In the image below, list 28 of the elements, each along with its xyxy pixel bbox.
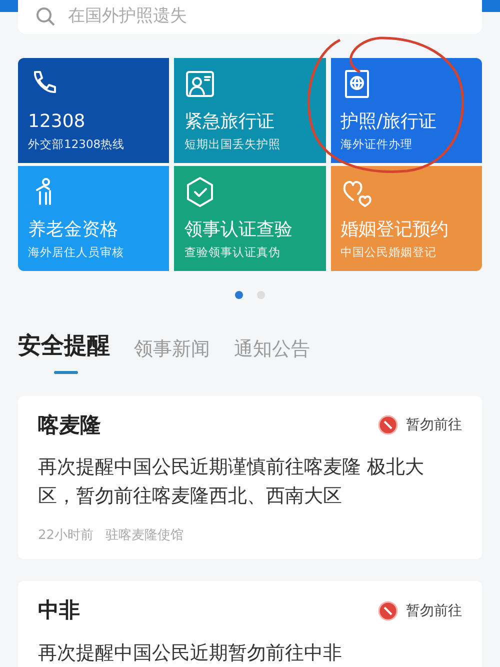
service-tile[interactable]: 养老金资格 海外居住人员审核 (18, 166, 170, 271)
tab[interactable]: 通知公告 (234, 335, 310, 374)
alert-card[interactable]: 喀麦隆 暂勿前往 再次提醒中国公民近期谨慎前往喀麦隆 极北大区，暂勿前往喀麦隆西北、西南大区 22小时前 驻喀麦隆使馆 (18, 396, 482, 560)
tab-underline (54, 370, 78, 374)
search-bar[interactable]: 在国外护照遗失 (18, 0, 482, 34)
alert-time: 22小时前 (38, 526, 94, 545)
page-dot[interactable] (257, 291, 265, 299)
service-tile[interactable]: 婚姻登记预约 中国公民婚姻登记 (330, 166, 482, 271)
service-tile[interactable]: 护照/旅行证 海外证件办理 (330, 58, 482, 163)
id-card-icon (184, 68, 216, 100)
alert-status-label: 暂勿前往 (406, 416, 462, 435)
alert-status-label: 暂勿前往 (406, 602, 462, 621)
alert-source: 驻喀麦隆使馆 (106, 526, 184, 545)
no-entry-icon (378, 601, 398, 622)
tab[interactable]: 领事新闻 (134, 335, 210, 374)
page-dot[interactable] (235, 291, 243, 299)
alert-card[interactable]: 中非 暂勿前往 再次提醒中国公民近期暂勿前往中非 (18, 581, 482, 667)
service-tile[interactable]: 12308 外交部12308热线 (18, 58, 170, 163)
search-field[interactable]: 在国外护照遗失 (66, 3, 446, 31)
alert-text: 再次提醒中国公民近期暂勿前往中非 (38, 640, 343, 666)
alert-title: 中非 (38, 597, 80, 624)
service-tile[interactable]: 领事认证查验 查验领事认证真伪 (174, 166, 326, 271)
no-entry-icon (378, 415, 398, 436)
service-tile[interactable]: 紧急旅行证 短期出国丢失护照 (174, 58, 326, 163)
tab[interactable]: 安全提醒 (18, 329, 110, 374)
alert-title: 喀麦隆 (38, 412, 101, 438)
search-icon (36, 7, 56, 27)
alert-text: 再次提醒中国公民近期谨慎前往喀麦隆 极北大区，暂勿前往喀麦隆西北、西南大区 (38, 455, 426, 510)
